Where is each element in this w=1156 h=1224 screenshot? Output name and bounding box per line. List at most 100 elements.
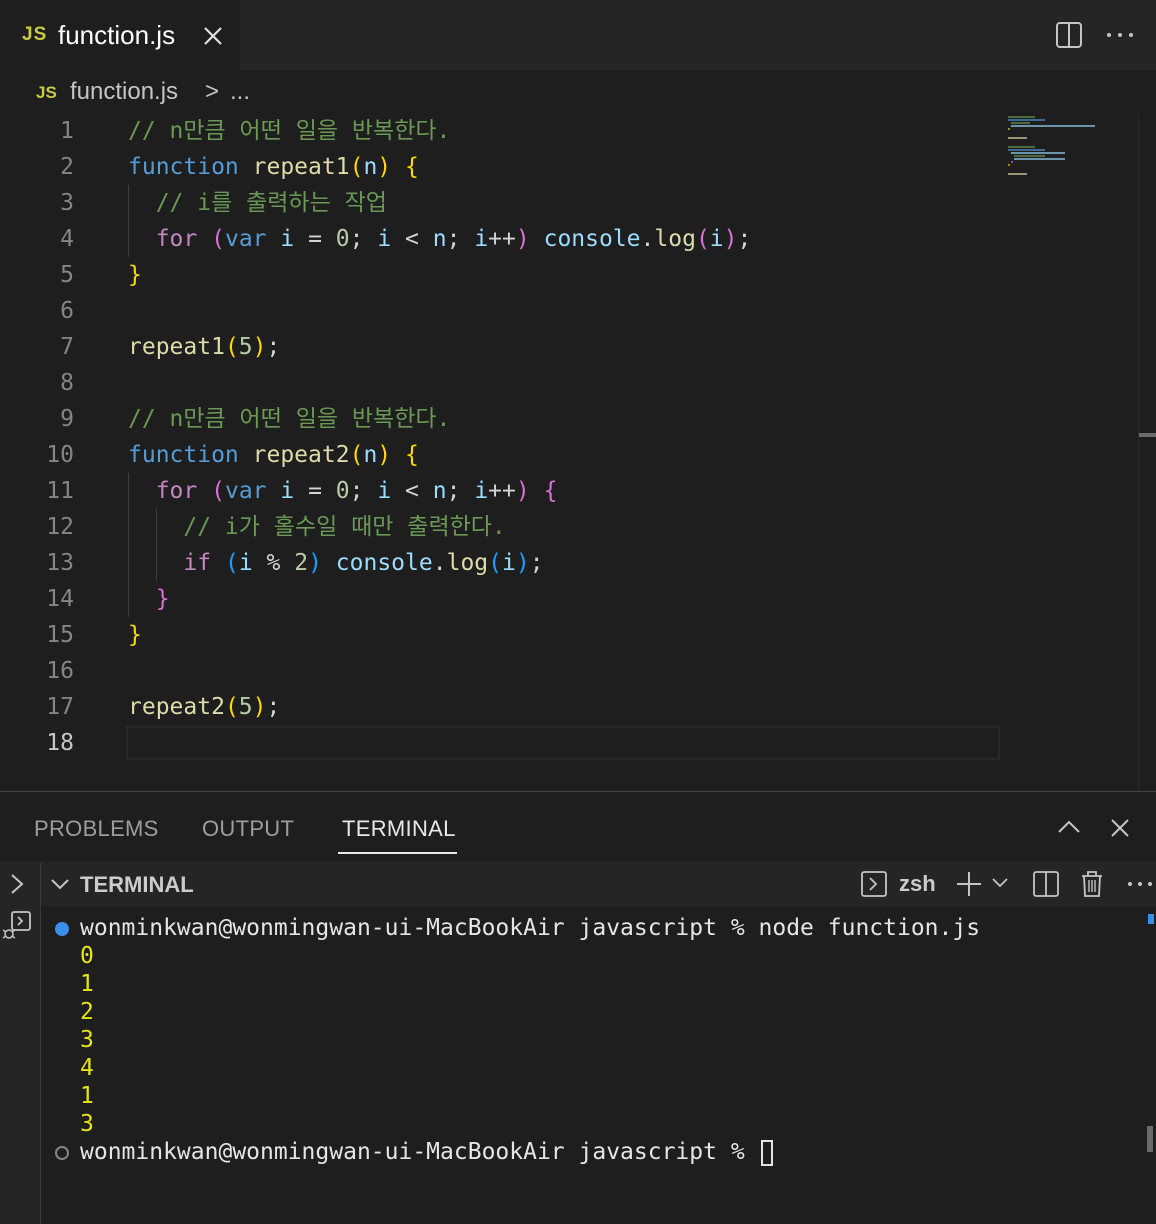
terminal-output-line: 1: [80, 971, 94, 997]
chevron-right-icon[interactable]: [6, 870, 28, 898]
code-text: for (var i = 0; i < n; i++) {: [128, 473, 558, 509]
code-token: (: [695, 226, 710, 252]
code-line[interactable]: 14 }: [0, 581, 1000, 617]
code-line[interactable]: 7 repeat1(5);: [0, 329, 1000, 365]
close-icon[interactable]: [1108, 816, 1132, 840]
tab-output[interactable]: OUTPUT: [202, 816, 294, 842]
line-number: 16: [46, 658, 74, 684]
line-number: 18: [46, 730, 74, 756]
code-line[interactable]: 12 // i가 홀수일 때만 출력한다.: [0, 509, 1000, 545]
code-token: repeat1: [252, 154, 350, 180]
code-token: i: [709, 226, 724, 252]
code-text: // n만큼 어떤 일을 반복한다.: [128, 401, 450, 437]
code-token: ): [515, 226, 530, 252]
line-number: 11: [46, 478, 74, 504]
code-line[interactable]: 3 // i를 출력하는 작업: [0, 185, 1000, 221]
code-token: n: [363, 442, 378, 468]
line-number: 17: [46, 694, 74, 720]
code-line[interactable]: 4 for (var i = 0; i < n; i++) console.lo…: [0, 221, 1000, 257]
tab-filename: function.js: [58, 20, 176, 50]
chevron-down-icon[interactable]: [49, 874, 71, 894]
code-line[interactable]: 9 // n만큼 어떤 일을 반복한다.: [0, 401, 1000, 437]
code-token: }: [128, 622, 142, 648]
code-token: <: [391, 226, 433, 252]
code-token: console: [335, 550, 433, 576]
code-line[interactable]: 5}: [0, 257, 1000, 293]
code-line[interactable]: 2 function repeat1(n) {: [0, 149, 1000, 185]
code-token: .: [640, 226, 655, 252]
code-editor[interactable]: 1 // n만큼 어떤 일을 반복한다. 2 function repeat1(n) …: [0, 113, 1156, 791]
code-token: i: [238, 550, 253, 576]
breadcrumb-file[interactable]: function.js: [70, 78, 178, 106]
code-token: ;: [737, 226, 752, 252]
code-line[interactable]: 8: [0, 365, 1000, 401]
code-token: ;: [266, 694, 281, 720]
code-line[interactable]: 13 if (i % 2) console.log(i);: [0, 545, 1000, 581]
indent-guide: [128, 185, 129, 257]
plus-icon[interactable]: [955, 870, 983, 898]
breadcrumb-more[interactable]: ...: [230, 78, 250, 106]
terminal-output-line: 2: [80, 999, 94, 1025]
line-number: 10: [46, 442, 74, 468]
code-token: {: [543, 478, 558, 504]
command-success-decoration[interactable]: [55, 922, 69, 936]
minimap[interactable]: [1005, 113, 1125, 193]
scrollbar-thumb[interactable]: [1139, 433, 1156, 437]
close-icon[interactable]: [200, 20, 226, 50]
code-token: repeat1: [128, 334, 225, 360]
debug-console-icon[interactable]: [0, 908, 34, 942]
tab-problems[interactable]: PROBLEMS: [34, 816, 159, 842]
terminal-command-line: wonminkwan@wonmingwan-ui-MacBookAir java…: [80, 915, 981, 941]
code-token: (: [211, 226, 225, 252]
code-token: (: [224, 334, 239, 360]
code-line[interactable]: 11 for (var i = 0; i < n; i++) {: [0, 473, 1000, 509]
code-token: if: [183, 550, 212, 576]
code-line[interactable]: 6: [0, 293, 1000, 329]
code-token: %: [252, 550, 295, 576]
code-line[interactable]: 1 // n만큼 어떤 일을 반복한다.: [0, 113, 1000, 149]
code-token: 5: [238, 334, 253, 360]
split-editor-icon[interactable]: [1055, 20, 1083, 50]
tab-terminal[interactable]: TERMINAL: [342, 816, 456, 842]
code-text: for (var i = 0; i < n; i++) console.log(…: [128, 221, 752, 257]
terminal-output[interactable]: wonminkwan@wonmingwan-ui-MacBookAir java…: [41, 906, 1156, 1224]
chevron-up-icon[interactable]: [1056, 816, 1082, 838]
code-token: <: [391, 478, 433, 504]
line-number: 2: [60, 154, 74, 180]
split-terminal-icon[interactable]: [1032, 870, 1060, 898]
terminal-icon[interactable]: [860, 870, 888, 898]
code-text: }: [128, 257, 142, 293]
code-token: repeat2: [128, 694, 225, 720]
code-line[interactable]: 10 function repeat2(n) {: [0, 437, 1000, 473]
code-text: function repeat1(n) {: [128, 149, 419, 185]
js-file-icon: JS: [36, 83, 57, 102]
command-pending-decoration[interactable]: [55, 1146, 69, 1160]
terminal-output-line: 3: [80, 1027, 94, 1053]
terminal-side-strip: [0, 862, 41, 1224]
editor-tab-function-js[interactable]: JS function.js: [0, 0, 240, 70]
code-token: ;: [266, 334, 281, 360]
editor-scrollbar[interactable]: [1138, 113, 1156, 791]
terminal-output-line: 4: [80, 1055, 94, 1081]
code-token: function: [128, 154, 239, 180]
chevron-down-icon[interactable]: [991, 876, 1009, 890]
more-actions-icon[interactable]: [1103, 20, 1137, 50]
scrollbar-marker: [1148, 914, 1154, 924]
code-line[interactable]: 16: [0, 653, 1000, 689]
code-text: }: [128, 617, 142, 653]
code-line[interactable]: 17 repeat2(5);: [0, 689, 1000, 725]
line-number: 12: [46, 514, 74, 540]
trash-icon[interactable]: [1079, 869, 1105, 899]
shell-name[interactable]: zsh: [899, 871, 936, 897]
more-actions-icon[interactable]: [1125, 872, 1155, 896]
code-token: ++: [488, 226, 516, 252]
code-line[interactable]: 15}: [0, 617, 1000, 653]
terminal-scrollbar-thumb[interactable]: [1147, 1126, 1153, 1152]
